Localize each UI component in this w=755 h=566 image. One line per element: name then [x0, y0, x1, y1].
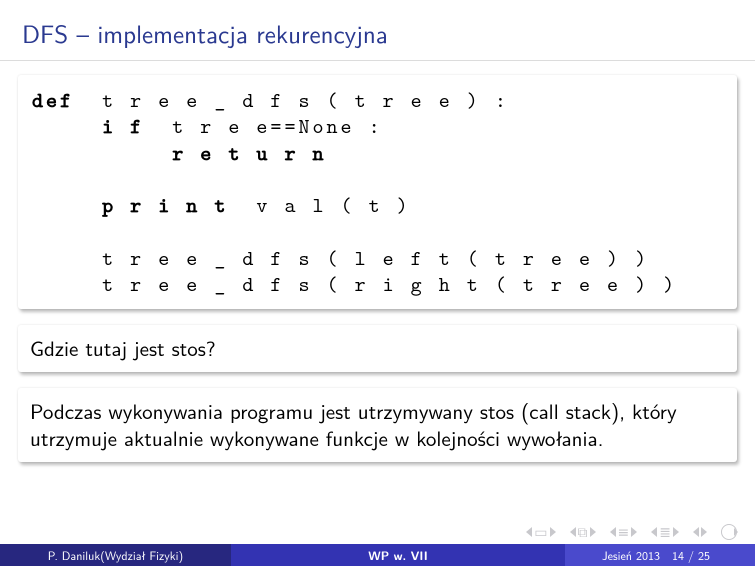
footer-date-page: Jesień 2013 14 / 25 [565, 544, 755, 566]
question-text: Gdzie tutaj jest stos? [30, 333, 216, 363]
code-text: t r e e _ d f s ( r i g h t ( t r e e ) … [32, 270, 677, 298]
keyword-print: p r i n t [32, 191, 228, 219]
keyword-return: r e t u r n [32, 139, 327, 167]
code-block: def t r e e _ d f s ( t r e e ) : i f t … [18, 75, 737, 309]
footer-author: P. Daniluk(Wydział Fizyki) [0, 544, 231, 566]
code-text: t r e e _ d f s ( l e f t ( t r e e ) ) [32, 244, 649, 272]
nav-back-icon[interactable] [693, 527, 707, 537]
nav-next-icon[interactable]: ≣ [651, 525, 679, 539]
nav-first-icon[interactable]: ▭ [526, 525, 555, 539]
footer-page: 14 / 25 [672, 546, 710, 564]
question-block: Gdzie tutaj jest stos? [18, 325, 737, 372]
keyword-if: i f [32, 112, 144, 140]
nav-prev-icon[interactable]: ≡ [610, 525, 638, 539]
footer-bar: P. Daniluk(Wydział Fizyki) WP w. VII Jes… [0, 544, 755, 566]
code-text: t r e e==None : [144, 112, 382, 140]
keyword-def: def [32, 86, 74, 114]
nav-loop-icon[interactable] [721, 524, 737, 540]
footer-date: Jesień 2013 [602, 546, 660, 564]
code-text: v a l ( t ) [228, 191, 410, 219]
code-text: t r e e _ d f s ( t r e e ) : [74, 86, 509, 114]
footer-title: WP w. VII [231, 544, 565, 566]
answer-text: Podczas wykonywania programu jest utrzym… [30, 396, 677, 453]
answer-block: Podczas wykonywania programu jest utrzym… [18, 388, 737, 462]
slide-title: DFS – implementacja rekurencyjna [0, 0, 755, 51]
beamer-nav-bar: ▭ ⧉ ≡ ≣ [526, 524, 737, 540]
title-divider [0, 60, 755, 61]
nav-prev-section-icon[interactable]: ⧉ [570, 525, 596, 539]
